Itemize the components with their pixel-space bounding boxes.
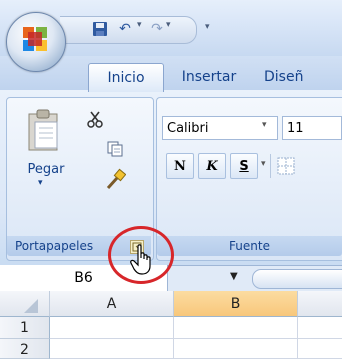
undo-icon[interactable]: ↶ bbox=[116, 20, 134, 38]
font-name-select[interactable]: Calibri bbox=[162, 116, 278, 140]
font-size-select[interactable]: 11 bbox=[282, 116, 342, 140]
formula-bar-slider[interactable] bbox=[252, 269, 342, 289]
borders-icon[interactable] bbox=[276, 156, 296, 176]
select-all-corner[interactable] bbox=[0, 291, 50, 317]
cell-c1[interactable] bbox=[298, 317, 342, 339]
column-header-c[interactable] bbox=[298, 291, 342, 317]
save-icon[interactable] bbox=[92, 21, 108, 37]
cell-b2[interactable] bbox=[174, 339, 298, 359]
cell-a1[interactable] bbox=[50, 317, 174, 339]
paste-dropdown-icon[interactable]: ▾ bbox=[38, 178, 43, 188]
tab-diseno[interactable]: Diseñ bbox=[258, 63, 342, 91]
name-box-dropdown-icon[interactable]: ▼ bbox=[230, 271, 238, 282]
hand-cursor-icon bbox=[130, 244, 151, 275]
font-group-label: Fuente bbox=[157, 236, 342, 256]
bold-button[interactable]: N bbox=[166, 153, 194, 179]
redo-dropdown-icon[interactable]: ▾ bbox=[166, 20, 171, 30]
row-header-1[interactable]: 1 bbox=[0, 317, 50, 339]
paste-icon[interactable] bbox=[26, 108, 62, 152]
underline-button[interactable]: S bbox=[230, 153, 258, 179]
select-all-icon bbox=[24, 299, 38, 313]
tab-inicio[interactable]: Inicio bbox=[88, 63, 164, 92]
cell-c2[interactable] bbox=[298, 339, 342, 359]
format-painter-icon[interactable] bbox=[104, 168, 126, 190]
italic-button[interactable]: K bbox=[198, 153, 226, 179]
tab-insertar[interactable]: Insertar bbox=[170, 63, 248, 91]
underline-dropdown-icon[interactable]: ▾ bbox=[261, 159, 266, 169]
font-name-dropdown-icon[interactable]: ▾ bbox=[262, 120, 267, 130]
undo-dropdown-icon[interactable]: ▾ bbox=[137, 20, 142, 30]
toolbar-divider bbox=[270, 154, 271, 178]
paste-label[interactable]: Pegar bbox=[14, 162, 78, 177]
redo-icon[interactable]: ↷ bbox=[148, 20, 166, 38]
cell-b1[interactable] bbox=[174, 317, 298, 339]
column-header-a[interactable]: A bbox=[50, 291, 174, 317]
customize-qat-icon[interactable]: ▾ bbox=[205, 22, 210, 32]
row-header-2[interactable]: 2 bbox=[0, 339, 50, 359]
cell-a2[interactable] bbox=[50, 339, 174, 359]
cut-icon[interactable] bbox=[86, 110, 104, 128]
office-logo-icon bbox=[23, 27, 47, 51]
copy-icon[interactable] bbox=[106, 140, 124, 158]
column-header-b[interactable]: B bbox=[174, 291, 298, 317]
